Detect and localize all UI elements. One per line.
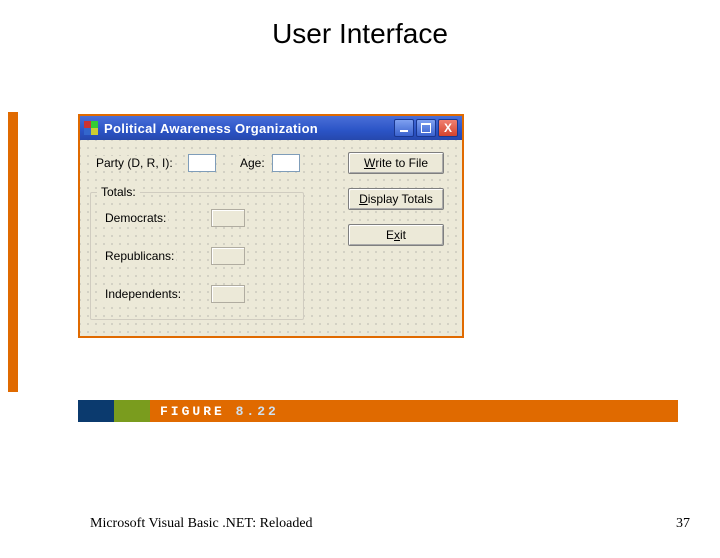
close-button[interactable]: X xyxy=(438,119,458,137)
democrats-label: Democrats: xyxy=(103,211,168,225)
window-title: Political Awareness Organization xyxy=(104,121,392,136)
fig-color-orange: FIGURE 8.22 xyxy=(150,400,678,422)
independents-value xyxy=(211,285,245,303)
figure-label: FIGURE 8.22 xyxy=(160,404,279,419)
party-label: Party (D, R, I): xyxy=(94,156,175,170)
republicans-label: Republicans: xyxy=(103,249,176,263)
republicans-value xyxy=(211,247,245,265)
democrats-value xyxy=(211,209,245,227)
figure-caption-bar: FIGURE 8.22 xyxy=(78,400,678,422)
exit-button[interactable]: Exit xyxy=(348,224,444,246)
age-label: Age: xyxy=(238,156,267,170)
party-input[interactable] xyxy=(188,154,216,172)
fig-color-olive xyxy=(114,400,150,422)
write-to-file-button[interactable]: Write to File xyxy=(348,152,444,174)
app-icon xyxy=(84,121,98,135)
independents-label: Independents: xyxy=(103,287,183,301)
footer-text: Microsoft Visual Basic .NET: Reloaded xyxy=(90,516,313,532)
minimize-button[interactable] xyxy=(394,119,414,137)
vb-form-window: Political Awareness Organization X Party… xyxy=(78,114,464,338)
page-number: 37 xyxy=(676,516,690,532)
totals-legend: Totals: xyxy=(97,185,140,199)
display-totals-button[interactable]: Display Totals xyxy=(348,188,444,210)
fig-color-navy xyxy=(78,400,114,422)
form-client-area: Party (D, R, I): Age: Write to File Disp… xyxy=(80,140,462,336)
totals-groupbox: Totals: Democrats: Republicans: Independ… xyxy=(90,192,304,320)
maximize-button[interactable] xyxy=(416,119,436,137)
titlebar[interactable]: Political Awareness Organization X xyxy=(80,116,462,140)
page-title: User Interface xyxy=(0,18,720,50)
decorative-rail xyxy=(8,112,18,392)
age-input[interactable] xyxy=(272,154,300,172)
